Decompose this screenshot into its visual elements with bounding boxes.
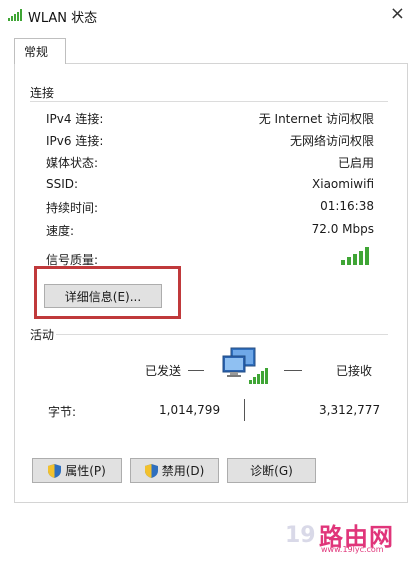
sent-label: 已发送 bbox=[145, 364, 182, 378]
media-state-value: 已启用 bbox=[337, 156, 374, 170]
ipv4-label: IPv4 连接: bbox=[46, 112, 104, 126]
ipv6-value: 无网络访问权限 bbox=[289, 134, 374, 148]
connection-divider bbox=[30, 101, 388, 102]
activity-section-label: 活动 bbox=[30, 328, 55, 342]
received-label: 已接收 bbox=[336, 364, 373, 378]
watermark-url: www.19lyc.com bbox=[321, 545, 384, 554]
disable-button-label: 禁用(D) bbox=[161, 464, 205, 478]
bytes-sent-value: 1,014,799 bbox=[159, 403, 221, 417]
properties-button[interactable]: 属性(P) bbox=[32, 458, 122, 483]
tab-general[interactable]: 常规 bbox=[14, 38, 66, 64]
ssid-label: SSID: bbox=[46, 177, 79, 191]
sent-dash bbox=[188, 370, 204, 371]
details-button[interactable]: 详细信息(E)... bbox=[44, 284, 162, 308]
duration-label: 持续时间: bbox=[46, 201, 99, 215]
speed-value: 72.0 Mbps bbox=[311, 222, 374, 236]
network-computer-icon bbox=[222, 347, 268, 384]
shield-icon bbox=[48, 463, 62, 478]
window-title: WLAN 状态 bbox=[28, 11, 98, 26]
wlan-status-window: WLAN 状态 × 常规 连接 IPv4 连接: 无 Internet 访问权限… bbox=[0, 0, 419, 561]
ssid-value: Xiaomiwifi bbox=[312, 177, 374, 191]
shield-icon bbox=[144, 463, 158, 478]
speed-label: 速度: bbox=[46, 224, 75, 238]
signal-strength-icon bbox=[341, 247, 369, 265]
details-button-label: 详细信息(E)... bbox=[64, 289, 142, 304]
properties-button-label: 属性(P) bbox=[65, 464, 106, 478]
close-button[interactable]: × bbox=[390, 2, 405, 26]
media-state-label: 媒体状态: bbox=[46, 156, 99, 170]
bytes-separator bbox=[244, 399, 245, 421]
disable-button[interactable]: 禁用(D) bbox=[130, 458, 219, 483]
title-bar: WLAN 状态 × bbox=[0, 0, 419, 30]
activity-divider bbox=[56, 334, 388, 335]
ipv4-value: 无 Internet 访问权限 bbox=[258, 112, 374, 126]
wifi-signal-icon bbox=[8, 9, 22, 21]
watermark-number: 19 bbox=[285, 523, 316, 548]
diagnose-button[interactable]: 诊断(G) bbox=[227, 458, 316, 483]
watermark-logo: 19 路由网 www.19lyc.com bbox=[283, 517, 413, 557]
bytes-received-value: 3,312,777 bbox=[319, 403, 381, 417]
diagnose-button-label: 诊断(G) bbox=[250, 464, 293, 478]
ipv6-label: IPv6 连接: bbox=[46, 134, 104, 148]
connection-section-label: 连接 bbox=[30, 86, 55, 100]
received-dash bbox=[284, 370, 302, 371]
duration-value: 01:16:38 bbox=[320, 199, 374, 213]
bytes-label: 字节: bbox=[48, 405, 77, 419]
tab-general-label: 常规 bbox=[24, 45, 49, 59]
